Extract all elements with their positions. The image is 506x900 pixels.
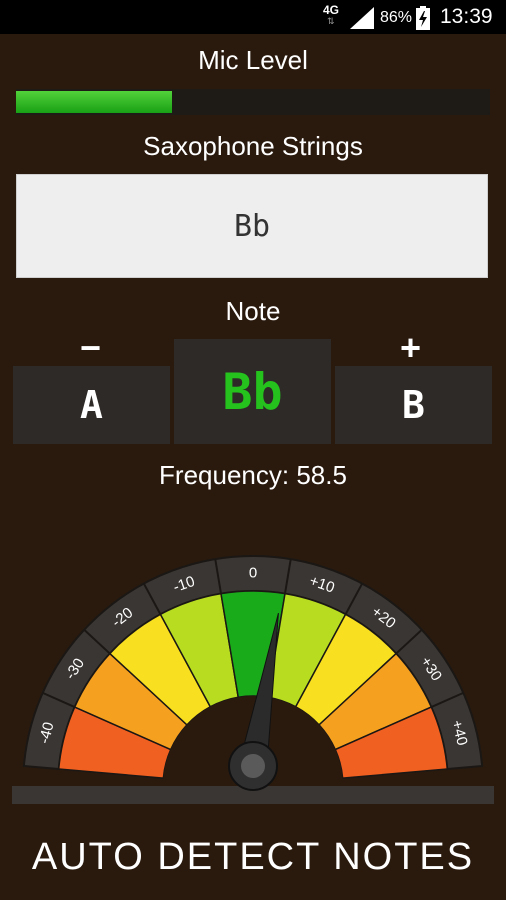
- mic-level-fill: [16, 91, 173, 113]
- plus-sign: +: [400, 327, 422, 368]
- current-note: Bb: [174, 339, 331, 444]
- instrument-label: Saxophone Strings: [143, 131, 363, 161]
- string-selector[interactable]: Bb: [16, 174, 488, 278]
- network-arrows-icon: ⇅: [327, 16, 335, 26]
- next-note[interactable]: B: [335, 366, 492, 444]
- auto-detect-notes-button[interactable]: AUTO DETECT NOTES: [0, 836, 506, 879]
- note-label: Note: [225, 296, 281, 326]
- network-type: 4G: [323, 3, 340, 17]
- tuning-gauge: -40-30-20-10 0 +10+20+30+40: [12, 554, 494, 804]
- battery-charging-icon: [416, 6, 430, 30]
- battery-percent: 86%: [380, 9, 413, 26]
- status-bar: 4G ⇅ 86% 13:39: [0, 0, 506, 34]
- signal-icon: [350, 7, 374, 29]
- gauge-tick-label: 0: [249, 564, 257, 581]
- frequency-readout: Frequency: 58.5: [159, 460, 347, 490]
- mic-level-meter: [16, 89, 490, 115]
- previous-note[interactable]: A: [13, 366, 170, 444]
- minus-sign: −: [80, 327, 102, 368]
- needle-hub-center: [241, 754, 265, 778]
- clock: 13:39: [440, 5, 493, 28]
- mic-level-label: Mic Level: [198, 45, 308, 75]
